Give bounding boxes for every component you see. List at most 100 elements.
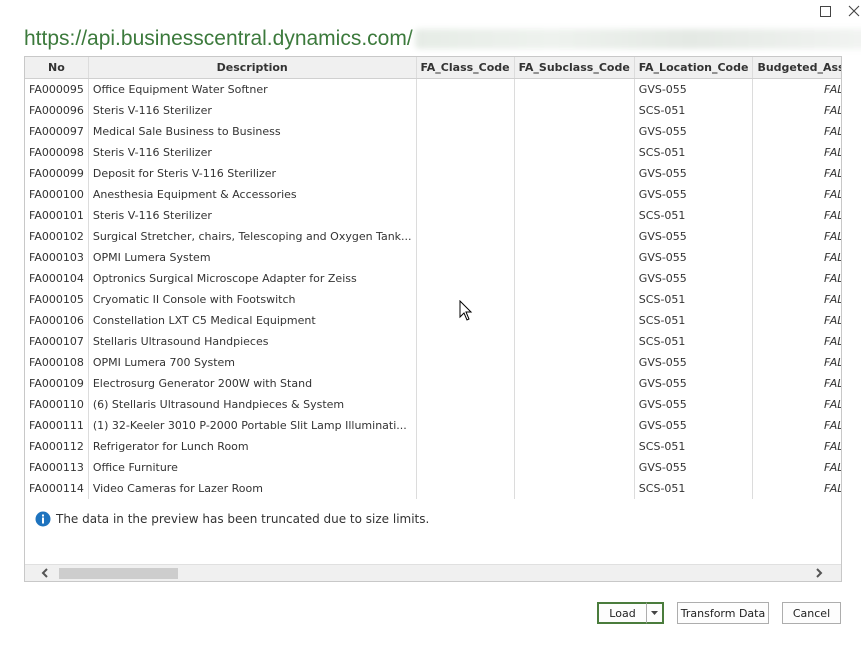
cell-description: Surgical Stretcher, chairs, Telescoping … [88,226,417,247]
load-dropdown-button[interactable] [646,602,664,624]
chevron-right-icon [816,568,823,578]
cell-budgeted-asset: FALSE [752,142,841,163]
table-row: FA000098 Steris V-116 Sterilizer SCS-051 FA… [25,142,841,163]
transform-data-button[interactable]: Transform Data [677,602,769,624]
cell-fa-subclass-code [514,457,635,478]
scroll-left-button[interactable] [35,565,55,581]
cell-fa-location-code: GVS-055 [634,373,754,394]
table-row: FA000106 Constellation LXT C5 Medical Equ… [25,310,841,331]
cell-budgeted-asset: FALSE [752,121,841,142]
cell-fa-class-code [416,247,515,268]
column-header-description[interactable]: Description [88,57,417,79]
cell-fa-subclass-code [514,78,635,100]
cell-budgeted-asset: FALSE [752,457,841,478]
cell-fa-class-code [416,352,515,373]
cancel-button[interactable]: Cancel [782,602,841,624]
table-row: FA000113Office FurnitureGVS-055FALSEACQ [25,457,841,478]
cell-description: Steris V-116 Sterilizer [88,100,417,121]
cell-budgeted-asset: FALSE [752,373,841,394]
cell-fa-subclass-code [514,142,635,163]
cell-budgeted-asset: FALSE [752,163,841,184]
cell-no: FA000097 [25,121,89,142]
cell-budgeted-asset: FALSE [752,478,841,499]
cell-budgeted-asset: FALSE [752,247,841,268]
cell-no: FA000100 [25,184,89,205]
notice-text: The data in the preview has been truncat… [56,512,430,526]
cell-no: FA000098 [25,142,89,163]
cell-budgeted-asset: FALSE [752,78,841,100]
maximize-button[interactable] [811,0,839,22]
cell-no: FA000105 [25,289,89,310]
cell-fa-location-code: SCS-051 [634,436,754,457]
cell-no: FA000114 [25,478,89,499]
scrollbar-thumb[interactable] [59,568,178,579]
load-button[interactable]: Load [597,602,647,624]
column-header-fa-subclass-code[interactable]: FA_Subclass_Code [514,57,635,79]
cell-fa-class-code [416,78,515,100]
column-header-no[interactable]: No [25,57,89,79]
cell-fa-subclass-code [514,373,635,394]
cell-budgeted-asset: FALSE [752,100,841,121]
cell-description: Office Equipment Water Softner [88,78,417,100]
source-url-title: https://api.businesscentral.dynamics.com… [24,24,861,54]
caret-down-icon [651,610,658,615]
cell-description: Office Furniture [88,457,417,478]
chevron-left-icon [41,568,48,578]
cell-description: Anesthesia Equipment & Accessories [88,184,417,205]
table-row: FA000103OPMI Lumera SystemGVS-055FALSEAC… [25,247,841,268]
preview-table: No Description FA_Class_Code FA_Subclass_Co… [25,57,841,499]
cell-description: Cryomatic II Console with Footswitch [88,289,417,310]
cell-fa-class-code [416,163,515,184]
cell-description: Steris V-116 Sterilizer [88,142,417,163]
close-icon [848,5,860,17]
close-button[interactable] [840,0,861,22]
cell-fa-location-code: GVS-055 [634,121,754,142]
cell-fa-subclass-code [514,100,635,121]
cell-fa-subclass-code [514,394,635,415]
cell-no: FA000111 [25,415,89,436]
table-row: FA000101 Steris V-116 Sterilizer SCS-051 FA… [25,205,841,226]
cell-description: Steris V-116 Sterilizer [88,205,417,226]
column-header-fa-class-code[interactable]: FA_Class_Code [416,57,515,79]
cell-no: FA000106 [25,310,89,331]
table-row: FA000104 Optronics Surgical Microscope Ad… [25,268,841,289]
cell-fa-subclass-code [514,247,635,268]
cell-fa-location-code: GVS-055 [634,163,754,184]
column-header-budgeted-asset[interactable]: Budgeted_Asset [752,57,841,79]
cell-budgeted-asset: FALSE [752,394,841,415]
cell-no: FA000110 [25,394,89,415]
cell-no: FA000107 [25,331,89,352]
cell-fa-class-code [416,331,515,352]
horizontal-scrollbar[interactable] [25,564,841,581]
truncation-notice: The data in the preview has been truncat… [35,511,429,527]
cell-fa-location-code: GVS-055 [634,78,754,100]
cell-description: Optronics Surgical Microscope Adapter fo… [88,268,417,289]
cell-fa-class-code [416,268,515,289]
mouse-cursor-icon [459,300,473,321]
scroll-right-button[interactable] [809,565,829,581]
cell-fa-subclass-code [514,415,635,436]
cell-fa-class-code [416,436,515,457]
cell-fa-subclass-code [514,352,635,373]
url-prefix: https://api.businesscentral.dynamics.com… [24,27,413,50]
cell-budgeted-asset: FALSE [752,184,841,205]
cell-fa-class-code [416,415,515,436]
table-body: FA000095 Office Equipment Water Softner GV… [25,78,841,499]
cell-description: Deposit for Steris V-116 Sterilizer [88,163,417,184]
cell-fa-class-code [416,394,515,415]
column-header-fa-location-code[interactable]: FA_Location_Code [634,57,754,79]
cell-fa-subclass-code [514,205,635,226]
cell-fa-location-code: GVS-055 [634,247,754,268]
table-row: FA000108OPMI Lumera 700 System GVS-055FAL… [25,352,841,373]
cell-fa-location-code: SCS-051 [634,100,754,121]
cell-fa-location-code: SCS-051 [634,205,754,226]
cell-budgeted-asset: FALSE [752,310,841,331]
cell-fa-location-code: GVS-055 [634,184,754,205]
cell-no: FA000096 [25,100,89,121]
cell-fa-class-code [416,205,515,226]
cell-budgeted-asset: FALSE [752,268,841,289]
cell-fa-location-code: SCS-051 [634,478,754,499]
cell-fa-location-code: SCS-051 [634,310,754,331]
cell-fa-subclass-code [514,478,635,499]
cell-fa-subclass-code [514,184,635,205]
